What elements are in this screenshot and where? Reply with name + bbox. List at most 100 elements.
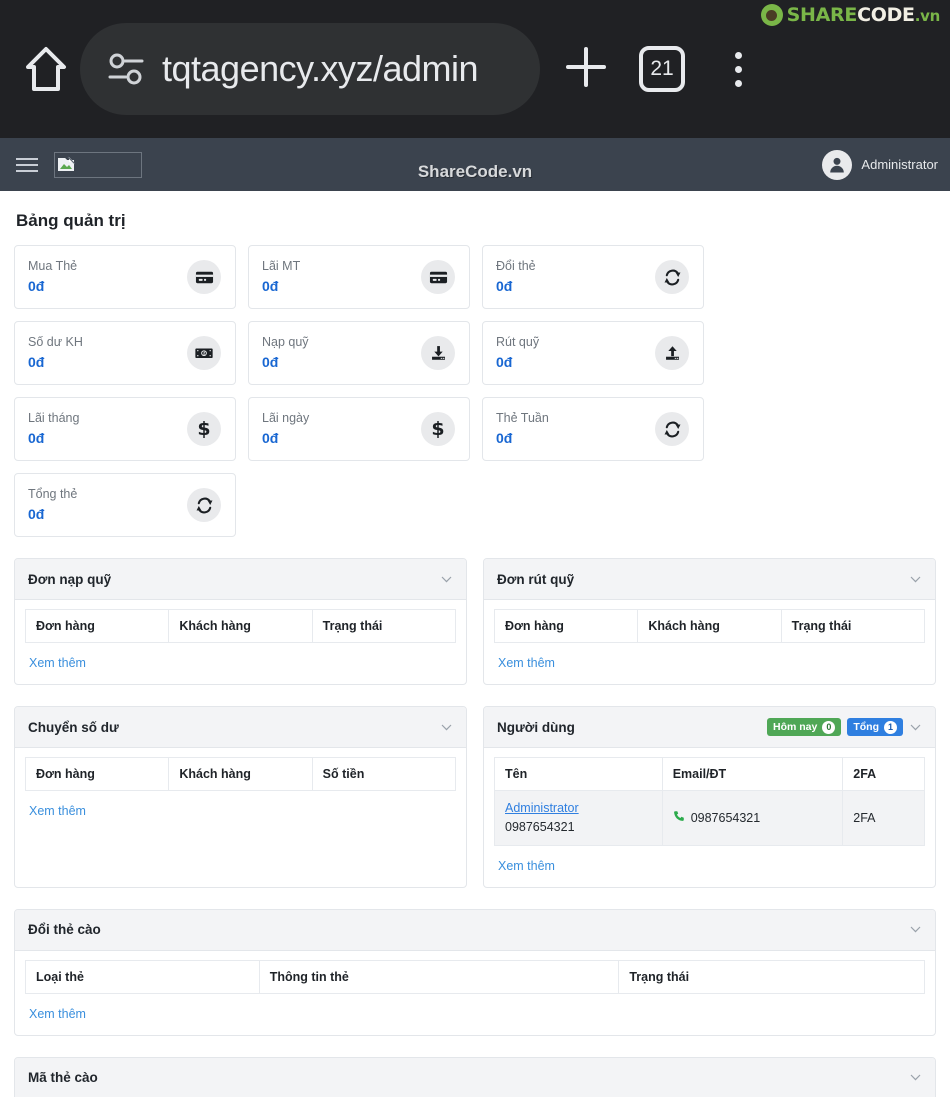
view-more-link[interactable]: Xem thêm <box>494 846 925 887</box>
chevron-down-icon[interactable] <box>909 573 922 586</box>
withdraw-orders-table: Đơn hàng Khách hàng Trạng thái <box>493 609 926 643</box>
panel-withdraw-orders: Đơn rút quỹ Đơn hàng Khách hàng Trạng th… <box>483 558 936 685</box>
stat-card-doi-the[interactable]: Đổi thẻ 0đ <box>482 245 704 309</box>
view-more-link[interactable]: Xem thêm <box>25 994 925 1035</box>
column-header: Loại thẻ <box>25 959 260 994</box>
stat-card-lai-thang[interactable]: Lãi tháng 0đ $ <box>14 397 236 461</box>
card-exchange-table: Loại thẻ Thông tin thẻ Trạng thái <box>25 959 925 994</box>
stat-label: Rút quỹ <box>496 335 540 350</box>
panel-header[interactable]: Chuyển số dư <box>15 707 466 748</box>
address-bar[interactable]: tqtagency.xyz/admin <box>80 23 540 115</box>
table-header-row: Tên Email/ĐT 2FA <box>494 757 925 791</box>
plus-icon <box>560 41 612 98</box>
header-watermark: ShareCode.vn <box>417 162 533 181</box>
panel-header[interactable]: Người dùng Hôm nay 0 Tổng 1 <box>484 707 935 748</box>
stat-card-mua-the[interactable]: Mua Thẻ 0đ <box>14 245 236 309</box>
badge-total[interactable]: Tổng 1 <box>847 718 903 736</box>
stat-card-grid: Mua Thẻ 0đ Lãi MT 0đ Đổi thẻ 0đ Số dư KH… <box>14 245 936 537</box>
deposit-orders-table: Đơn hàng Khách hàng Trạng thái <box>24 609 457 643</box>
user-name-link[interactable]: Administrator <box>505 799 652 818</box>
chevron-down-icon[interactable] <box>909 721 922 734</box>
stat-label: Nạp quỹ <box>262 335 309 350</box>
tab-count-badge: 21 <box>639 46 685 92</box>
chevron-down-icon[interactable] <box>909 1071 922 1084</box>
panel-deposit-orders: Đơn nạp quỹ Đơn hàng Khách hàng Trạng th… <box>14 558 467 685</box>
stat-label: Lãi MT <box>262 259 301 274</box>
stat-card-rut-quy[interactable]: Rút quỹ 0đ <box>482 321 704 385</box>
panel-row-orders: Đơn nạp quỹ Đơn hàng Khách hàng Trạng th… <box>14 558 936 685</box>
panel-title: Đổi thẻ cào <box>28 922 101 937</box>
svg-text:đ: đ <box>203 351 206 356</box>
stat-value: 0đ <box>28 429 45 446</box>
chevron-down-icon[interactable] <box>440 721 453 734</box>
logo-text-vn: .vn <box>914 7 941 25</box>
column-header: 2FA <box>842 757 925 791</box>
stat-value: 0đ <box>28 505 45 522</box>
view-more-link[interactable]: Xem thêm <box>25 643 456 684</box>
panel-title: Người dùng <box>497 719 575 735</box>
avatar <box>822 149 853 180</box>
stat-label: Lãi tháng <box>28 411 80 426</box>
panel-header[interactable]: Mã thẻ cào <box>15 1057 935 1097</box>
panel-title: Đơn rút quỹ <box>497 571 575 587</box>
table-header-row: Đơn hàng Khách hàng Trạng thái <box>493 609 926 643</box>
panel-balance-transfer: Chuyển số dư Đơn hàng Khách hàng Số tiền <box>14 706 467 888</box>
site-settings-icon[interactable] <box>106 52 146 86</box>
stat-value: 0đ <box>262 353 279 370</box>
tab-switcher-button[interactable]: 21 <box>624 31 700 107</box>
column-header: Tên <box>494 757 663 791</box>
stat-label: Tổng thẻ <box>28 487 78 502</box>
chevron-down-icon[interactable] <box>440 573 453 586</box>
users-table: Tên Email/ĐT 2FA Administrator 098765432… <box>494 757 925 846</box>
home-icon <box>24 45 68 93</box>
stat-value: 0đ <box>28 277 45 294</box>
chevron-down-icon[interactable] <box>909 923 922 936</box>
column-header: Trạng thái <box>780 609 926 643</box>
hamburger-icon[interactable] <box>16 157 38 172</box>
logo-text-code: CODE <box>857 4 915 26</box>
dollar-icon: $ <box>421 412 455 446</box>
stat-card-so-du-kh[interactable]: Số dư KH 0đ đ <box>14 321 236 385</box>
panel-header[interactable]: Đơn rút quỹ <box>484 559 935 600</box>
user-name-cell: Administrator 0987654321 <box>494 790 663 846</box>
column-header: Trạng thái <box>311 609 457 643</box>
phone-icon <box>673 810 685 825</box>
new-tab-button[interactable] <box>548 31 624 107</box>
panel-card-exchange: Đổi thẻ cào Loại thẻ Thông tin thẻ Trạng… <box>14 908 936 1036</box>
credit-card-icon <box>187 260 221 294</box>
stat-card-nap-quy[interactable]: Nạp quỹ 0đ <box>248 321 470 385</box>
column-header: Trạng thái <box>618 959 925 994</box>
panel-header[interactable]: Đơn nạp quỹ <box>15 559 466 600</box>
stat-value: 0đ <box>262 277 279 294</box>
user-2fa-cell: 2FA <box>842 790 925 846</box>
stat-label: Đổi thẻ <box>496 259 536 274</box>
view-more-link[interactable]: Xem thêm <box>494 643 925 684</box>
panel-header[interactable]: Đổi thẻ cào <box>15 909 935 951</box>
column-header: Đơn hàng <box>24 609 170 643</box>
table-header-row: Đơn hàng Khách hàng Trạng thái <box>24 609 457 643</box>
home-button[interactable] <box>18 41 74 97</box>
user-phone-sub: 0987654321 <box>505 819 575 834</box>
column-header: Khách hàng <box>168 757 313 791</box>
panel-row-transfer-users: Chuyển số dư Đơn hàng Khách hàng Số tiền <box>14 706 936 888</box>
column-header: Email/ĐT <box>661 757 844 791</box>
sharecode-logo: SHARECODE.vn <box>760 4 941 26</box>
table-row[interactable]: Administrator 0987654321 0987654321 2FA <box>494 790 925 846</box>
brand-logo-broken-image <box>54 151 142 178</box>
view-more-link[interactable]: Xem thêm <box>25 791 456 832</box>
column-header: Thông tin thẻ <box>258 959 620 994</box>
header-user-menu[interactable]: Administrator <box>822 149 938 180</box>
stat-card-lai-ngay[interactable]: Lãi ngày 0đ $ <box>248 397 470 461</box>
kebab-menu-icon <box>734 51 742 87</box>
badge-total-count: 1 <box>884 720 897 734</box>
upload-icon <box>655 336 689 370</box>
refresh-icon <box>655 260 689 294</box>
refresh-icon <box>655 412 689 446</box>
stat-card-lai-mt[interactable]: Lãi MT 0đ <box>248 245 470 309</box>
column-header: Số tiền <box>311 757 457 791</box>
browser-menu-button[interactable] <box>700 31 776 107</box>
balance-transfer-table: Đơn hàng Khách hàng Số tiền <box>24 757 457 791</box>
stat-card-the-tuan[interactable]: Thẻ Tuần 0đ <box>482 397 704 461</box>
badge-today[interactable]: Hôm nay 0 <box>767 718 842 736</box>
stat-card-tong-the[interactable]: Tổng thẻ 0đ <box>14 473 236 537</box>
